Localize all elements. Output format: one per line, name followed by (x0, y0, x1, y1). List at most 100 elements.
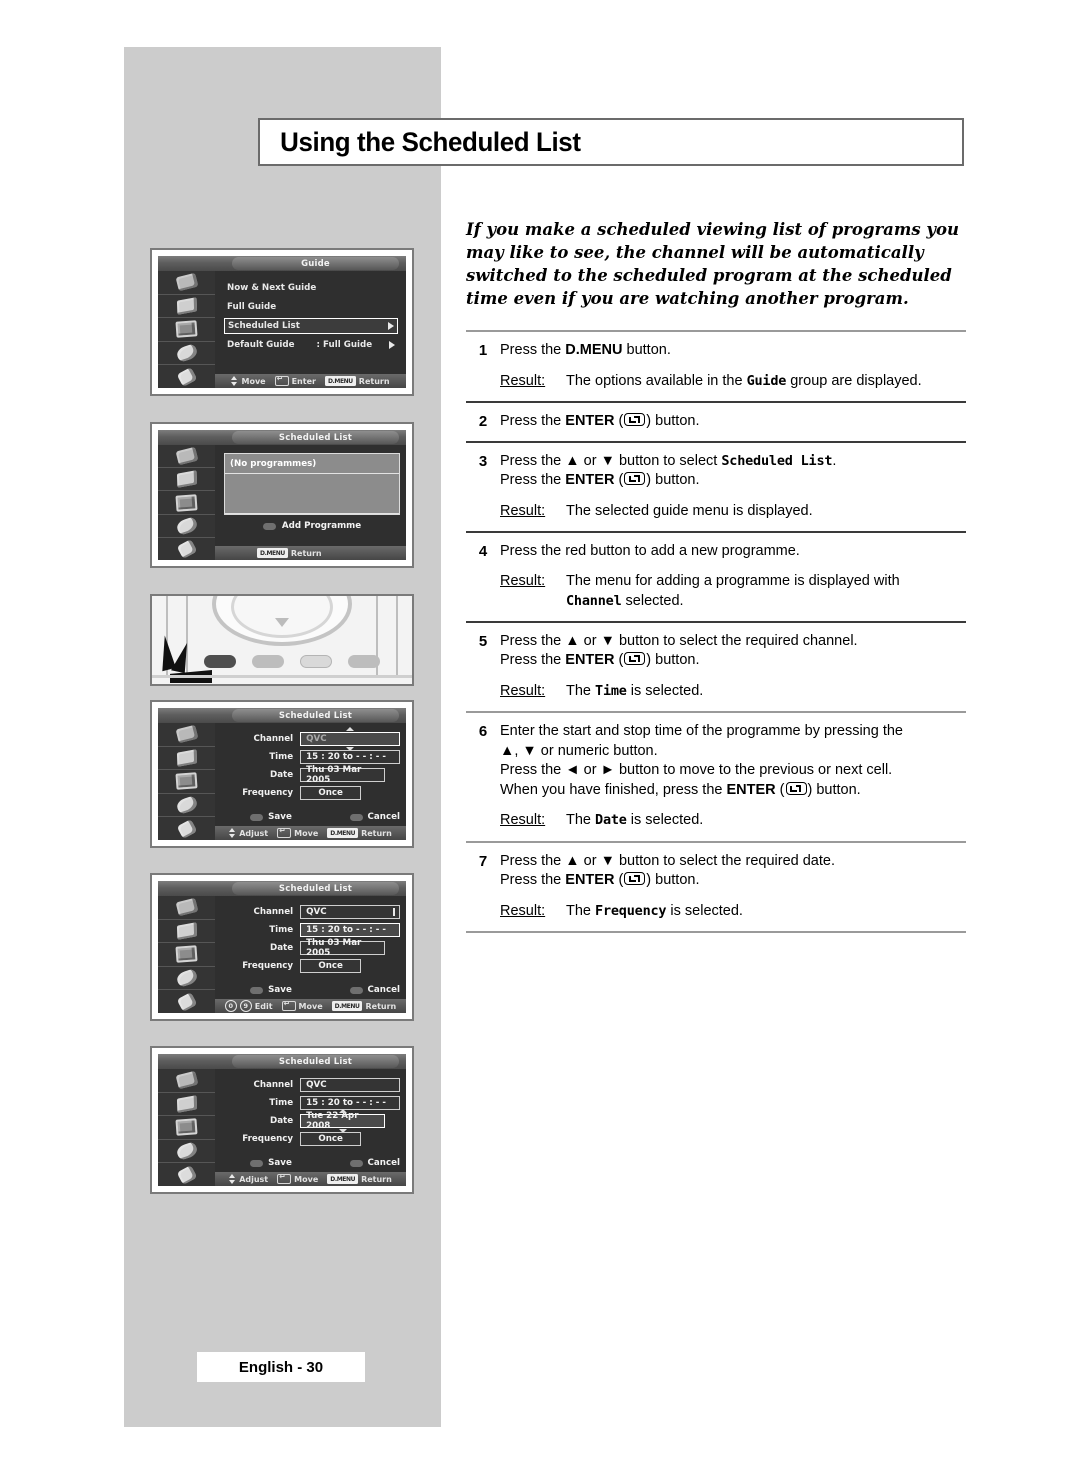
intro-paragraph: If you make a scheduled viewing list of … (466, 220, 959, 308)
rail-item-3[interactable] (158, 491, 216, 515)
result-text: The Date is selected. (566, 811, 966, 831)
rail-item-2[interactable] (158, 468, 216, 492)
menu-item-full-guide[interactable]: Full Guide (224, 299, 398, 315)
channel-field[interactable]: QVC (300, 1077, 400, 1092)
rail-item-5[interactable] (158, 538, 215, 560)
rail-item-5[interactable] (158, 365, 215, 388)
time-field[interactable]: 15 : 20 to - - : - - (300, 749, 400, 764)
menu-item-default-guide[interactable]: Default Guide : Full Guide (224, 337, 398, 353)
cancel-button[interactable]: Cancel (349, 812, 400, 822)
menu-term: Channel (566, 592, 622, 609)
add-programme-row[interactable]: Add Programme (224, 519, 400, 533)
green-colour-button[interactable] (252, 655, 284, 668)
rail-item-5[interactable] (158, 817, 215, 840)
enter-key-icon (624, 652, 646, 665)
channel-field[interactable]: QVC (300, 726, 400, 751)
field-label-date: Date (269, 769, 294, 780)
form-row-date: Date Thu 03 Mar 2005 (215, 765, 400, 785)
channel-field[interactable]: QVC (300, 904, 400, 919)
tv-screen-icon (175, 1118, 198, 1137)
rail-item-2[interactable] (158, 920, 216, 944)
list-item[interactable] (225, 494, 399, 514)
rail-item-1[interactable] (158, 271, 216, 295)
step-text: ( (614, 412, 624, 429)
programme-form: Channel QVC Time 15 : 20 to - - : - - Da… (215, 896, 406, 974)
red-button-icon (250, 1159, 264, 1167)
frequency-field[interactable]: Once (300, 1131, 362, 1146)
result-text-part: is selected. (626, 812, 704, 828)
rail-item-5[interactable] (158, 1163, 215, 1186)
rail-item-4[interactable] (158, 794, 216, 818)
hint-label: Return (358, 376, 390, 386)
hint-move: Move (277, 1171, 318, 1185)
rail-item-3[interactable] (158, 770, 216, 794)
guide-menu-list: Now & Next Guide Full Guide Scheduled Li… (215, 271, 406, 353)
tickets-icon (176, 749, 197, 767)
save-label: Save (268, 1158, 292, 1168)
osd-content: Now & Next Guide Full Guide Scheduled Li… (215, 271, 406, 388)
osd-icon-rail (158, 1069, 216, 1186)
time-field[interactable]: 15 : 20 to - - : - - (300, 1095, 400, 1110)
frequency-field[interactable]: Once (300, 785, 362, 800)
yellow-colour-button[interactable] (300, 655, 332, 668)
rail-item-1[interactable] (158, 896, 216, 920)
number-zero-icon: 0 (224, 1000, 237, 1012)
date-field[interactable]: Tue 22 Apr 2008 (300, 1108, 386, 1133)
menu-item-value: : Full Guide (316, 340, 373, 350)
step-number: 7 (478, 852, 488, 870)
rail-item-4[interactable] (158, 342, 216, 366)
rail-item-1[interactable] (158, 723, 216, 747)
rail-item-4[interactable] (158, 1140, 216, 1164)
menu-item-scheduled-list[interactable]: Scheduled List (224, 318, 398, 334)
rail-item-2[interactable] (158, 1093, 216, 1117)
menu-item-now-next-guide[interactable]: Now & Next Guide (224, 280, 398, 296)
cancel-label: Cancel (367, 985, 400, 995)
blue-button-icon (349, 813, 363, 821)
list-item[interactable] (225, 474, 399, 494)
list-item[interactable]: (No programmes) (225, 454, 399, 474)
frequency-field[interactable]: Once (300, 958, 362, 973)
rail-item-4[interactable] (158, 967, 216, 991)
step-text: Press the (500, 652, 566, 668)
step-text: ) button. (646, 872, 700, 888)
date-field[interactable]: Thu 03 Mar 2005 (300, 938, 386, 958)
step-line: Press the ▲ or ▼ button to select the re… (500, 852, 835, 869)
cancel-button[interactable]: Cancel (349, 985, 400, 995)
rail-item-4[interactable] (158, 515, 216, 538)
rail-item-1[interactable] (158, 445, 216, 469)
menu-item-label: Scheduled List (228, 321, 300, 331)
rail-item-2[interactable] (158, 295, 216, 319)
enter-key-icon (624, 872, 646, 885)
date-field[interactable]: Thu 03 Mar 2005 (300, 765, 386, 785)
osd-content: (No programmes) Add Programme D.MENU Ret… (215, 445, 406, 560)
rail-item-3[interactable] (158, 1116, 216, 1140)
rail-item-3[interactable] (158, 318, 216, 342)
rail-item-1[interactable] (158, 1069, 216, 1093)
hint-move: Move (277, 825, 318, 839)
cancel-button[interactable]: Cancel (349, 1158, 400, 1168)
rail-item-5[interactable] (158, 990, 215, 1013)
save-cancel-row: Save Cancel (215, 812, 400, 822)
dmenu-button-icon: D.MENU (324, 376, 356, 386)
save-button[interactable]: Save (250, 985, 292, 995)
field-label-time: Time (269, 1097, 294, 1108)
step-body: Press the ▲ or ▼ button to select the re… (500, 852, 966, 922)
red-colour-button[interactable] (204, 655, 236, 668)
osd-form-channel: Scheduled List Channel QVC Time 15: 20 … (158, 708, 406, 840)
result-text-part: is selected. (666, 902, 743, 919)
field-label-date: Date (269, 942, 294, 953)
step-7: 7 Press the ▲ or ▼ button to select the … (466, 843, 966, 932)
time-field[interactable]: 15 : 20 to - - : - - (300, 922, 400, 937)
result-text-part: The (566, 682, 596, 699)
field-label-frequency: Frequency (242, 1133, 294, 1144)
rail-item-3[interactable] (158, 943, 216, 967)
save-button[interactable]: Save (250, 812, 292, 822)
result-text: The Frequency is selected. (566, 902, 966, 922)
form-row-time: Time 15 : 20 to - - : - - (215, 748, 400, 765)
blue-colour-button[interactable] (348, 655, 380, 668)
red-button-icon (262, 522, 276, 530)
save-button[interactable]: Save (250, 1158, 292, 1168)
step-4: 4 Press the red button to add a new prog… (466, 533, 966, 622)
menu-item-label: Default Guide (227, 340, 295, 350)
rail-item-2[interactable] (158, 747, 216, 771)
